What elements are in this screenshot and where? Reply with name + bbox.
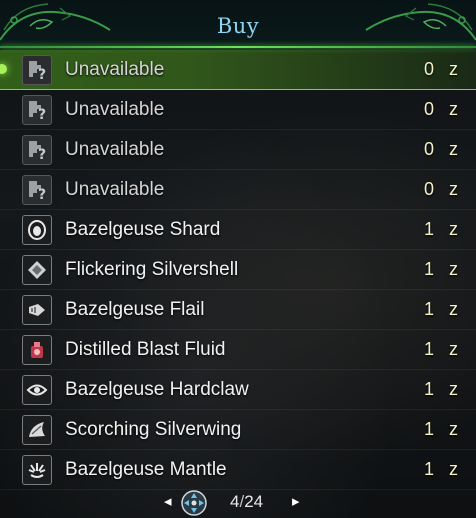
item-list: ? Unavailable 0 z? Unavailable 0 z? Unavailable… [0, 50, 476, 490]
list-item[interactable]: Distilled Blast Fluid 1 z [0, 330, 476, 370]
item-name: Bazelgeuse Flail [65, 299, 205, 320]
svg-text:?: ? [38, 107, 46, 121]
item-price: 1 [423, 259, 434, 279]
item-name: Unavailable [65, 139, 165, 160]
list-item[interactable]: Bazelgeuse Flail 1 z [0, 290, 476, 330]
wing-icon [22, 415, 52, 445]
arrow-left-icon[interactable]: ◂ [164, 492, 172, 510]
page-total: 24 [244, 492, 264, 511]
list-item[interactable]: Bazelgeuse Mantle 1 z [0, 450, 476, 490]
page-navigator: ◂ 4/24 ▸ [0, 488, 476, 518]
list-item[interactable]: ? Unavailable 0 z [0, 170, 476, 210]
locked-item-icon: ? [22, 55, 52, 85]
item-price: 1 [423, 419, 434, 439]
dpad-icon [181, 490, 207, 516]
item-name: Scorching Silverwing [65, 419, 242, 440]
currency-symbol: z [449, 219, 458, 239]
item-price: 0 [423, 59, 434, 79]
list-item[interactable]: ? Unavailable 0 z [0, 90, 476, 130]
locked-item-icon: ? [22, 95, 52, 125]
item-name: Unavailable [65, 99, 165, 120]
svg-text:?: ? [38, 187, 46, 201]
item-price: 1 [423, 459, 434, 479]
item-price: 1 [423, 219, 434, 239]
locked-item-icon: ? [22, 135, 52, 165]
currency-symbol: z [449, 259, 458, 279]
claw-icon [22, 375, 52, 405]
arrow-right-icon[interactable]: ▸ [292, 492, 300, 510]
item-price: 1 [423, 299, 434, 319]
window-title: Buy [216, 14, 260, 38]
shell-icon [22, 255, 52, 285]
tail-icon [22, 295, 52, 325]
list-item[interactable]: Flickering Silvershell 1 z [0, 250, 476, 290]
item-price: 0 [423, 139, 434, 159]
shard-icon [22, 215, 52, 245]
fluid-icon [22, 335, 52, 365]
list-item[interactable]: Scorching Silverwing 1 z [0, 410, 476, 450]
header-divider [0, 46, 476, 48]
list-item[interactable]: Bazelgeuse Hardclaw 1 z [0, 370, 476, 410]
item-name: Bazelgeuse Shard [65, 219, 221, 240]
currency-symbol: z [449, 59, 458, 79]
currency-symbol: z [449, 99, 458, 119]
currency-symbol: z [449, 459, 458, 479]
svg-text:?: ? [38, 147, 46, 161]
currency-symbol: z [449, 299, 458, 319]
item-price: 1 [423, 339, 434, 359]
currency-symbol: z [449, 179, 458, 199]
list-item[interactable]: ? Unavailable 0 z [0, 50, 476, 90]
item-price: 0 [423, 99, 434, 119]
item-price: 1 [423, 379, 434, 399]
list-item[interactable]: Bazelgeuse Shard 1 z [0, 210, 476, 250]
list-item[interactable]: ? Unavailable 0 z [0, 130, 476, 170]
window-header: Buy [0, 0, 476, 50]
item-name: Distilled Blast Fluid [65, 339, 226, 360]
page-indicator: 4/24 [230, 492, 263, 512]
item-name: Bazelgeuse Hardclaw [65, 379, 249, 400]
item-price: 0 [423, 179, 434, 199]
mantle-icon [22, 455, 52, 485]
item-name: Bazelgeuse Mantle [65, 459, 227, 480]
item-name: Flickering Silvershell [65, 259, 239, 280]
currency-symbol: z [449, 419, 458, 439]
currency-symbol: z [449, 339, 458, 359]
item-name: Unavailable [65, 179, 165, 200]
locked-item-icon: ? [22, 175, 52, 205]
currency-symbol: z [449, 379, 458, 399]
currency-symbol: z [449, 139, 458, 159]
shop-window: Buy ? Unavailable 0 z? Unavailable 0 z? Unavail… [0, 0, 476, 518]
svg-text:?: ? [38, 67, 46, 81]
item-name: Unavailable [65, 59, 165, 80]
